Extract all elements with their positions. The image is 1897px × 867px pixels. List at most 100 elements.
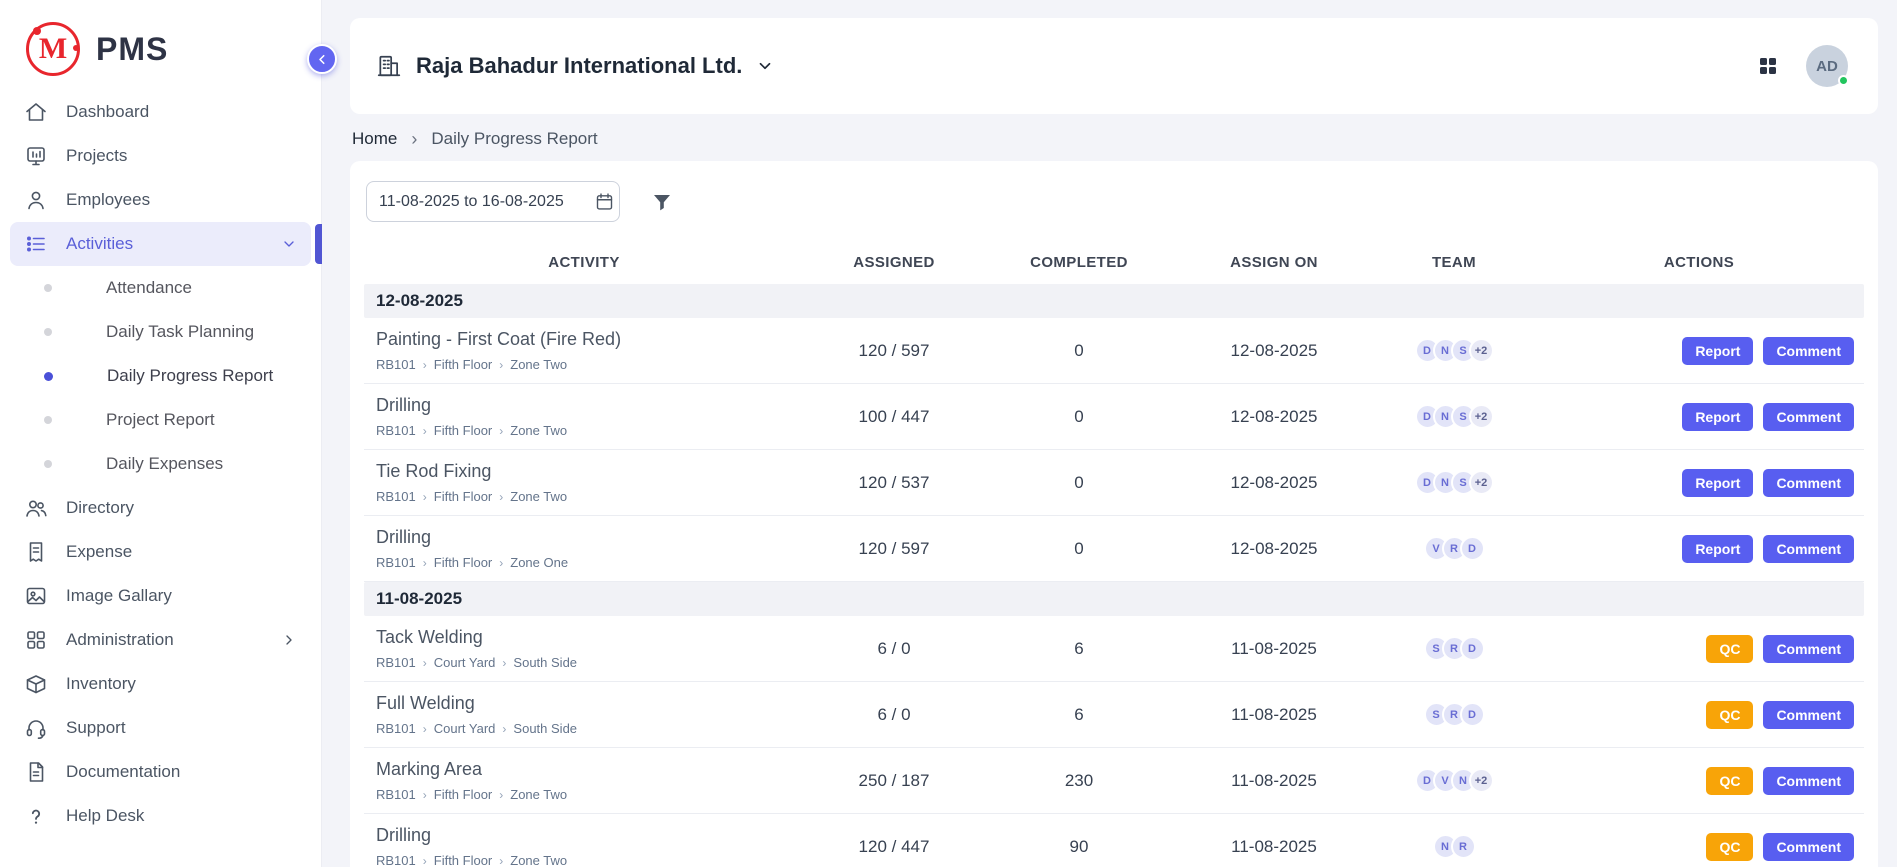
comment-button[interactable]: Comment [1763,767,1854,795]
sidebar: M PMS Dashboard Projects Employees Activ… [0,0,322,867]
avatar-initials: AD [1816,58,1838,75]
team-avatar[interactable]: D [1460,636,1485,661]
team-avatar-stack: D V N +2 [1374,768,1534,793]
sidebar-item-daily-task-planning[interactable]: Daily Task Planning [0,310,321,354]
qc-button[interactable]: QC [1706,767,1753,795]
sidebar-item-attendance[interactable]: Attendance [0,266,321,310]
table-row: Painting - First Coat (Fire Red) RB101 F… [364,318,1864,384]
chevron-separator-icon [423,557,427,569]
sidebar-collapse-button[interactable] [307,44,337,74]
path-segment: Court Yard [434,655,496,670]
activity-name: Drilling [376,527,804,548]
comment-button[interactable]: Comment [1763,701,1854,729]
logo-letter: M [39,32,67,66]
row-actions: Report Comment [1534,403,1864,431]
team-avatar[interactable]: D [1460,536,1485,561]
activity-path: RB101 Court Yard South Side [376,655,804,670]
path-segment: Fifth Floor [434,357,493,372]
qc-button[interactable]: QC [1706,833,1753,861]
date-range-picker[interactable] [366,181,620,222]
completed-value: 90 [984,837,1174,857]
activity-name: Drilling [376,825,804,846]
team-more-badge[interactable]: +2 [1469,470,1494,495]
team-avatar[interactable]: R [1451,834,1476,859]
sidebar-item-help-desk[interactable]: Help Desk [10,794,311,838]
comment-button[interactable]: Comment [1763,403,1854,431]
logo-text: PMS [96,31,168,68]
report-button[interactable]: Report [1682,535,1753,563]
main-content: Raja Bahadur International Ltd. AD Home … [322,0,1897,867]
projects-board-icon [24,144,48,168]
apps-grid-icon[interactable] [1756,54,1780,78]
sidebar-item-dashboard[interactable]: Dashboard [10,90,311,134]
sidebar-item-administration[interactable]: Administration [10,618,311,662]
comment-button[interactable]: Comment [1763,833,1854,861]
activity-name: Tie Rod Fixing [376,461,804,482]
activity-path: RB101 Fifth Floor Zone Two [376,423,804,438]
report-button[interactable]: Report [1682,403,1753,431]
qc-button[interactable]: QC [1706,701,1753,729]
sidebar-item-daily-progress-report[interactable]: Daily Progress Report [0,354,321,398]
team-avatar[interactable]: D [1460,702,1485,727]
sidebar-item-expense[interactable]: Expense [10,530,311,574]
path-segment: RB101 [376,489,416,504]
assigned-value: 120 / 537 [804,473,984,493]
qc-button[interactable]: QC [1706,635,1753,663]
completed-value: 6 [984,639,1174,659]
completed-value: 230 [984,771,1174,791]
table-row: Drilling RB101 Fifth Floor Zone One 120 … [364,516,1864,582]
date-group-header: 11-08-2025 [364,582,1864,616]
sidebar-item-documentation[interactable]: Documentation [10,750,311,794]
path-segment: Fifth Floor [434,787,493,802]
top-header: Raja Bahadur International Ltd. AD [350,18,1878,114]
sidebar-item-label: Dashboard [66,102,149,122]
filter-icon[interactable] [650,190,674,214]
breadcrumb-home[interactable]: Home [352,129,397,149]
progress-report-table: ACTIVITY ASSIGNED COMPLETED ASSIGN ON TE… [364,240,1864,867]
calendar-icon [594,191,615,212]
people-icon [24,496,48,520]
sidebar-item-label: Projects [66,146,127,166]
online-status-dot [1838,75,1849,86]
sidebar-item-project-report[interactable]: Project Report [0,398,321,442]
column-header-completed: COMPLETED [984,254,1174,271]
sidebar-item-directory[interactable]: Directory [10,486,311,530]
company-selector[interactable]: Raja Bahadur International Ltd. [376,53,774,79]
chevron-separator-icon [423,491,427,503]
chevron-separator-icon [499,491,503,503]
chevron-separator-icon [423,657,427,669]
team-more-badge[interactable]: +2 [1469,768,1494,793]
team-more-badge[interactable]: +2 [1469,404,1494,429]
activity-path: RB101 Court Yard South Side [376,721,804,736]
sidebar-item-label: Support [66,718,126,738]
report-button[interactable]: Report [1682,337,1753,365]
bullet-dot-icon [44,372,53,381]
report-button[interactable]: Report [1682,469,1753,497]
sidebar-item-image-gallary[interactable]: Image Gallary [10,574,311,618]
comment-button[interactable]: Comment [1763,635,1854,663]
chevron-separator-icon [423,789,427,801]
app-logo: M PMS [0,10,321,90]
sidebar-item-activities[interactable]: Activities [10,222,311,266]
team-avatar-stack: S R D [1374,636,1534,661]
team-more-badge[interactable]: +2 [1469,338,1494,363]
sidebar-item-daily-expenses[interactable]: Daily Expenses [0,442,321,486]
row-actions: QC Comment [1534,833,1864,861]
assigned-value: 100 / 447 [804,407,984,427]
table-header-row: ACTIVITY ASSIGNED COMPLETED ASSIGN ON TE… [364,240,1864,284]
sidebar-item-projects[interactable]: Projects [10,134,311,178]
path-segment: Fifth Floor [434,555,493,570]
completed-value: 6 [984,705,1174,725]
date-range-input[interactable] [379,193,586,211]
avatar[interactable]: AD [1806,45,1848,87]
chevron-down-icon [281,236,297,252]
comment-button[interactable]: Comment [1763,469,1854,497]
sidebar-item-inventory[interactable]: Inventory [10,662,311,706]
row-actions: Report Comment [1534,535,1864,563]
image-icon [24,584,48,608]
sidebar-item-employees[interactable]: Employees [10,178,311,222]
chevron-separator-icon [423,359,427,371]
comment-button[interactable]: Comment [1763,535,1854,563]
comment-button[interactable]: Comment [1763,337,1854,365]
sidebar-item-support[interactable]: Support [10,706,311,750]
